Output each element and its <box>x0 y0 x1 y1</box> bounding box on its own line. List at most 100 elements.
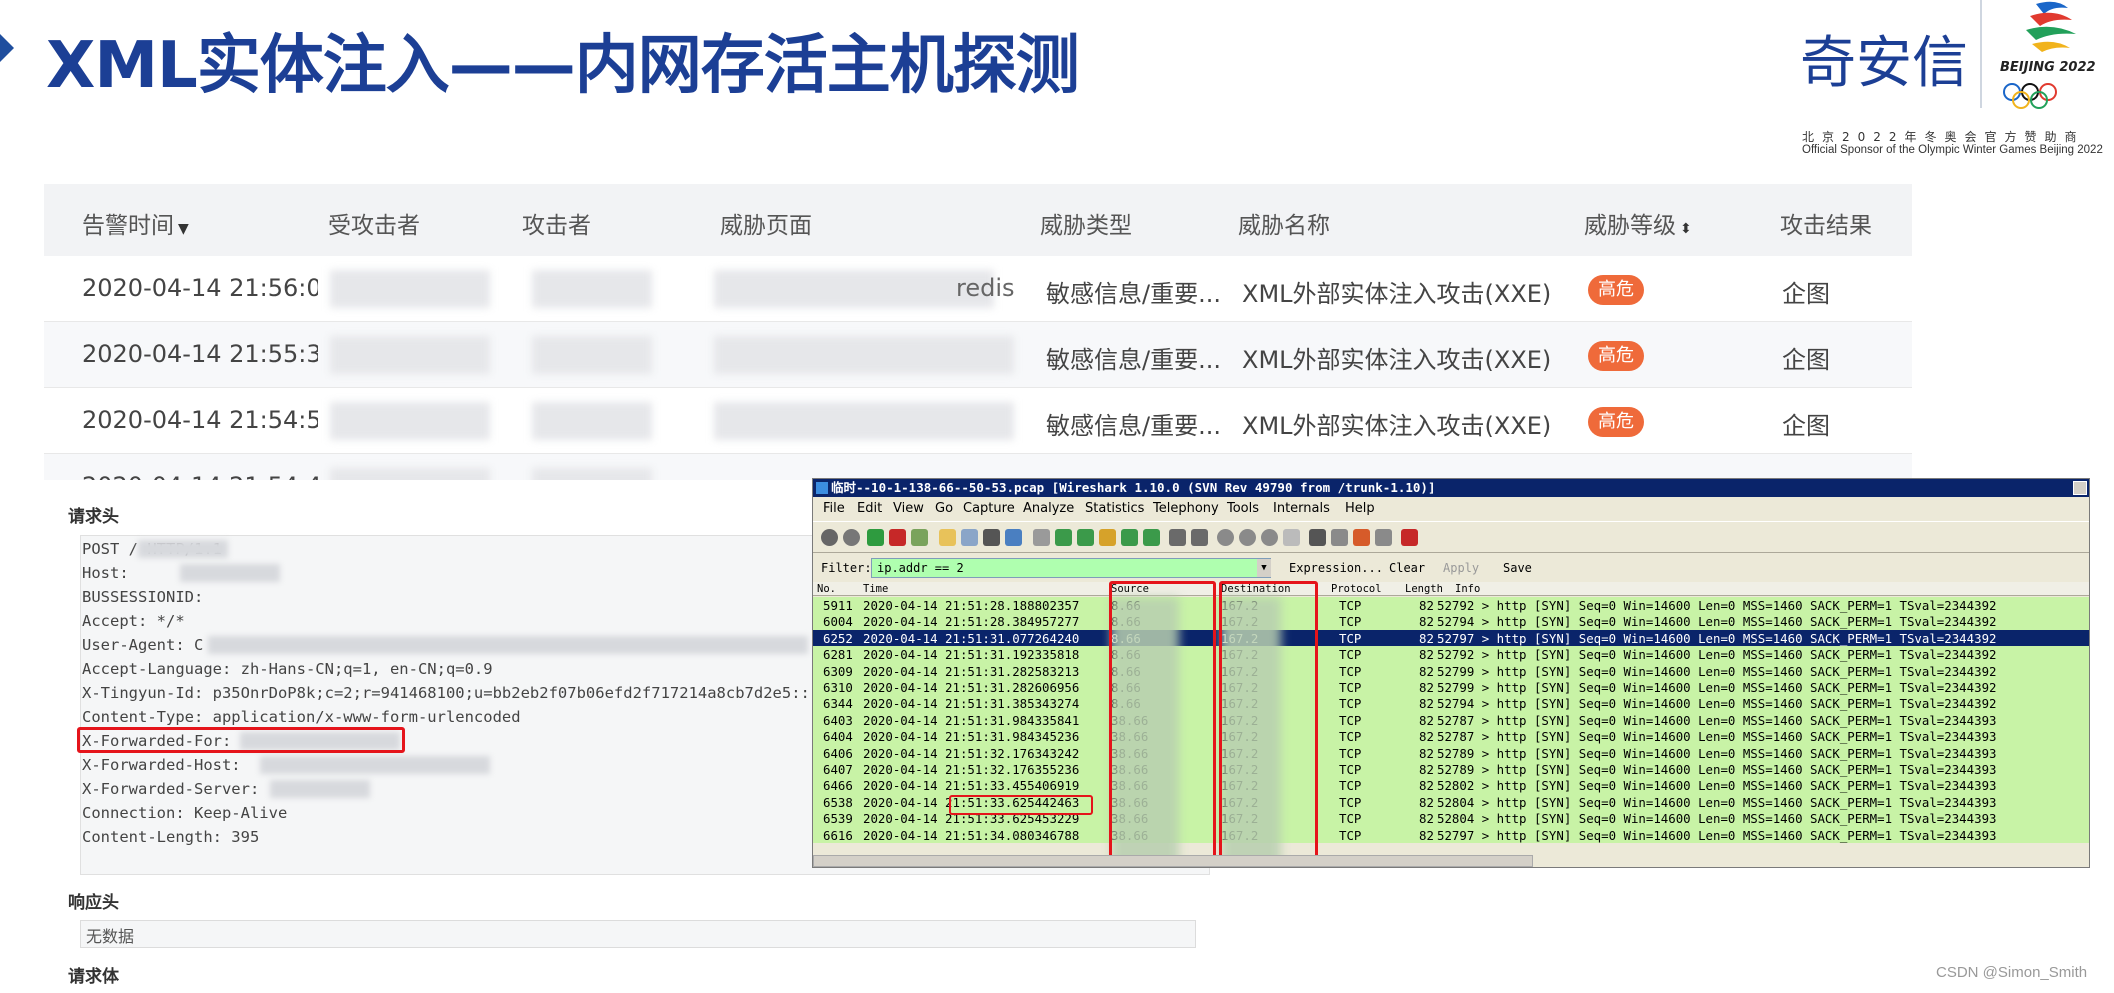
threat-type: 敏感信息/重要... <box>1046 280 1221 308</box>
req-line: X-Forwarded-Host: <box>82 756 241 774</box>
menu-view[interactable]: View <box>893 501 924 516</box>
zoom-out-icon[interactable] <box>1239 529 1256 546</box>
menu-statistics[interactable]: Statistics <box>1085 501 1144 516</box>
col-length[interactable]: Length <box>1405 583 1443 595</box>
threat-name[interactable]: XML外部实体注入攻击(XXE) <box>1242 340 1551 375</box>
filter-save-button[interactable]: Save <box>1503 561 1532 575</box>
find-packet-icon[interactable] <box>1033 529 1050 546</box>
sort-desc-icon[interactable]: ▼ <box>178 221 189 237</box>
packet-no: 6252 <box>823 630 853 646</box>
colorize-icon[interactable] <box>1169 529 1186 546</box>
stop-capture-icon[interactable] <box>889 529 906 546</box>
redacted-host <box>180 564 280 582</box>
packet-time: 2020-04-14 21:51:28.384957277 <box>863 614 1080 630</box>
col-time[interactable]: Time <box>863 583 888 595</box>
packet-protocol: TCP <box>1339 712 1362 728</box>
table-row[interactable]: 2020-04-14 21:54:58 敏感信息/重要... XML外部实体注入… <box>44 388 1912 454</box>
sponsor-cn: 北京2022年冬奥会官方赞助商 <box>1802 130 2085 144</box>
packet-protocol: TCP <box>1339 696 1362 712</box>
normal-size-icon[interactable] <box>1261 529 1278 546</box>
col-alert-time[interactable]: 告警时间 ▼ <box>82 206 189 240</box>
watermark: CSDN @Simon_Smith <box>1936 964 2088 981</box>
packet-row[interactable]: 63442020-04-14 21:51:31.3853432748.66167… <box>813 695 2089 712</box>
filter-dropdown-icon[interactable]: ▼ <box>1257 559 1271 577</box>
filter-expression-button[interactable]: Expression... <box>1289 561 1383 575</box>
menu-edit[interactable]: Edit <box>857 501 882 516</box>
menu-capture[interactable]: Capture <box>963 501 1015 516</box>
packet-row[interactable]: 64662020-04-14 21:51:33.45540691938.6616… <box>813 777 2089 794</box>
packet-row[interactable]: 63092020-04-14 21:51:31.2825832138.66167… <box>813 662 2089 679</box>
threat-name[interactable]: XML外部实体注入攻击(XXE) <box>1242 274 1551 309</box>
threat-name[interactable]: XML外部实体注入攻击(XXE) <box>1242 406 1551 441</box>
filter-clear-button[interactable]: Clear <box>1389 561 1425 575</box>
last-packet-icon[interactable] <box>1143 529 1160 546</box>
packet-row[interactable]: 62812020-04-14 21:51:31.1923358188.66167… <box>813 646 2089 663</box>
packet-time: 2020-04-14 21:51:31.192335818 <box>863 647 1080 663</box>
coloring-rules-icon[interactable] <box>1353 529 1370 546</box>
menu-internals[interactable]: Internals <box>1273 501 1330 516</box>
menu-tools[interactable]: Tools <box>1227 501 1259 516</box>
menu-go[interactable]: Go <box>935 501 953 516</box>
packet-row[interactable]: 64032020-04-14 21:51:31.98433584138.6616… <box>813 711 2089 729</box>
zoom-in-icon[interactable] <box>1217 529 1234 546</box>
wireshark-title-bar[interactable]: 临时--10-1-138-66--50-53.pcap [Wireshark 1… <box>813 479 2089 497</box>
menu-file[interactable]: File <box>823 501 845 516</box>
table-row[interactable]: 2020-04-14 21:56:09 redis 敏感信息/重要... XML… <box>44 256 1912 322</box>
col-attack-result: 攻击结果 <box>1780 213 1872 239</box>
col-threat-name: 威胁名称 <box>1238 213 1330 239</box>
req-line: Accept: */* <box>82 612 185 630</box>
window-close-icon[interactable] <box>2073 481 2087 495</box>
save-file-icon[interactable] <box>961 529 978 546</box>
first-packet-icon[interactable] <box>1121 529 1138 546</box>
packet-info: 52792 > http [SYN] Seq=0 Win=14600 Len=0… <box>1437 647 1997 663</box>
response-header-label: 响应头 <box>68 893 119 913</box>
packet-row-selected[interactable]: 62522020-04-14 21:51:31.0772642408.66167… <box>813 629 2089 647</box>
packet-row[interactable]: 64072020-04-14 21:51:32.17635523638.6616… <box>813 761 2089 778</box>
go-back-icon[interactable] <box>1055 529 1072 546</box>
packet-row[interactable]: 66162020-04-14 21:51:34.08034678838.6616… <box>813 826 2089 843</box>
packet-info: 52799 > http [SYN] Seq=0 Win=14600 Len=0… <box>1437 663 1997 679</box>
filter-value[interactable]: ip.addr == 2 <box>877 561 964 575</box>
col-no[interactable]: No. <box>817 583 836 595</box>
attack-result: 企图 <box>1782 346 1830 374</box>
packet-row[interactable]: 63102020-04-14 21:51:31.2826069568.66167… <box>813 679 2089 696</box>
slide-marker-arrow <box>0 34 14 62</box>
options-icon[interactable] <box>843 529 860 546</box>
packet-length: 82 <box>1419 811 1434 827</box>
help-icon[interactable] <box>1401 529 1418 546</box>
packet-protocol: TCP <box>1339 663 1362 679</box>
open-file-icon[interactable] <box>939 529 956 546</box>
resize-columns-icon[interactable] <box>1283 529 1300 546</box>
restart-capture-icon[interactable] <box>911 529 928 546</box>
capture-filters-icon[interactable] <box>1309 529 1326 546</box>
packet-row[interactable]: 64042020-04-14 21:51:31.98434523638.6616… <box>813 728 2089 745</box>
filter-apply-button[interactable]: Apply <box>1443 561 1479 575</box>
table-row[interactable]: 2020-04-14 21:55:31 敏感信息/重要... XML外部实体注入… <box>44 322 1912 388</box>
col-info[interactable]: Info <box>1455 583 1480 595</box>
preferences-icon[interactable] <box>1375 529 1392 546</box>
page-suffix[interactable]: redis <box>956 274 1015 302</box>
close-file-icon[interactable] <box>983 529 1000 546</box>
packet-length: 82 <box>1419 630 1434 646</box>
packet-row[interactable]: 60042020-04-14 21:51:28.3849572778.66167… <box>813 613 2089 630</box>
display-filters-icon[interactable] <box>1331 529 1348 546</box>
horizontal-scrollbar[interactable] <box>813 855 1533 867</box>
reload-icon[interactable] <box>1005 529 1022 546</box>
menu-help[interactable]: Help <box>1345 501 1375 516</box>
packet-time: 2020-04-14 21:51:33.455406919 <box>863 778 1080 794</box>
auto-scroll-icon[interactable] <box>1191 529 1208 546</box>
go-to-packet-icon[interactable] <box>1099 529 1116 546</box>
col-protocol[interactable]: Protocol <box>1331 583 1382 595</box>
packet-row[interactable]: 64062020-04-14 21:51:32.17634324238.6616… <box>813 744 2089 761</box>
go-forward-icon[interactable] <box>1077 529 1094 546</box>
brand-divider <box>1980 0 1982 108</box>
menu-telephony[interactable]: Telephony <box>1153 501 1219 516</box>
start-capture-icon[interactable] <box>867 529 884 546</box>
interfaces-icon[interactable] <box>821 529 838 546</box>
menu-analyze[interactable]: Analyze <box>1023 501 1074 516</box>
packet-length: 82 <box>1419 794 1434 810</box>
col-threat-level[interactable]: 威胁等级 ⬍ <box>1584 206 1692 240</box>
sort-toggle-icon[interactable]: ⬍ <box>1680 221 1692 237</box>
packet-row[interactable]: 59112020-04-14 21:51:28.1888023578.66167… <box>813 597 2089 614</box>
wireshark-menu-bar: File Edit View Go Capture Analyze Statis… <box>813 498 2089 520</box>
